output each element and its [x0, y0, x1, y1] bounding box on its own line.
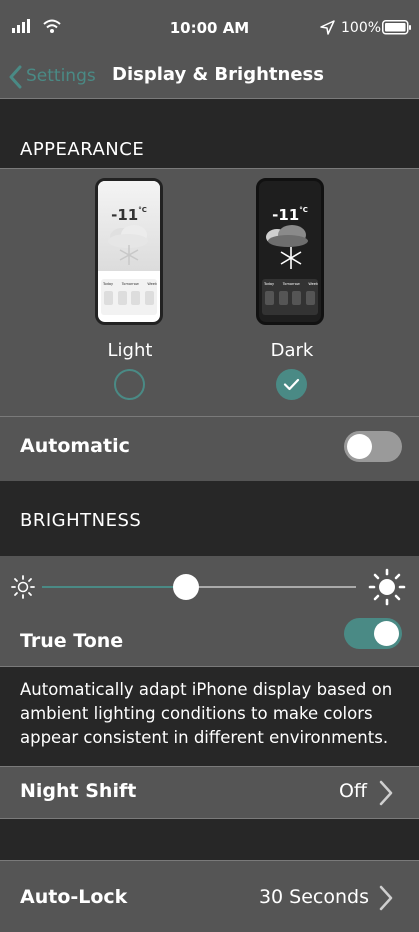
true-tone-row: True Tone — [0, 618, 419, 665]
night-shift-value: Off — [338, 780, 367, 802]
night-shift-label: Night Shift — [20, 780, 137, 802]
appearance-option-dark[interactable]: -11°C Today Tomorrow Week Dark — [246, 173, 338, 401]
preview-unit: °C — [138, 206, 147, 214]
back-label: Settings — [26, 66, 96, 86]
true-tone-footer: Automatically adapt iPhone display based… — [0, 667, 419, 766]
sun-small-icon — [11, 575, 35, 599]
status-bar: 10:00 AM 100% — [0, 0, 419, 56]
preview-tab: Week — [147, 282, 157, 286]
section-spacer — [0, 819, 419, 860]
preview-tab: Week — [308, 282, 318, 286]
preview-tab: Tomorrow — [282, 282, 300, 286]
true-tone-description: Automatically adapt iPhone display based… — [20, 680, 393, 747]
toggle-knob — [374, 621, 399, 646]
appearance-header-text: APPEARANCE — [20, 139, 145, 160]
chevron-right-icon — [379, 780, 393, 806]
battery-percent: 100% — [341, 20, 382, 36]
light-preview: -11°C Today Tomorrow Week — [95, 178, 163, 325]
back-button[interactable]: Settings — [6, 63, 102, 91]
toggle-knob — [347, 434, 372, 459]
brightness-slider[interactable] — [42, 574, 356, 600]
appearance-group: -11°C Today Tomorrow Week Light -11°C To… — [0, 169, 419, 481]
light-radio[interactable] — [114, 369, 145, 400]
brightness-group: True Tone — [0, 556, 419, 666]
auto-lock-value: 30 Seconds — [258, 886, 369, 908]
dark-preview: -11°C Today Tomorrow Week — [256, 178, 324, 325]
preview-tab: Today — [103, 282, 114, 286]
chevron-left-icon — [9, 65, 22, 89]
sun-large-icon — [368, 568, 406, 606]
cloud-snow-icon — [108, 225, 148, 265]
preview-temp: -11 — [272, 206, 300, 224]
dark-label: Dark — [270, 340, 314, 361]
cloud-snow-icon — [266, 225, 308, 269]
preview-unit: °C — [299, 206, 308, 214]
preview-tab: Today — [264, 282, 275, 286]
night-shift-row[interactable]: Night Shift Off — [0, 766, 419, 819]
automatic-row: Automatic — [0, 417, 419, 480]
automatic-toggle[interactable] — [344, 431, 402, 462]
page-title: Display & Brightness — [112, 64, 324, 85]
slider-thumb[interactable] — [173, 574, 200, 600]
navigation-bar: Settings Display & Brightness — [0, 56, 419, 99]
checkmark-icon — [283, 378, 300, 391]
brightness-header: BRIGHTNESS — [0, 481, 419, 556]
true-tone-toggle[interactable] — [344, 618, 402, 649]
brightness-header-text: BRIGHTNESS — [20, 510, 142, 531]
dark-radio[interactable] — [276, 369, 307, 400]
preview-tab: Tomorrow — [121, 282, 139, 286]
chevron-right-icon — [379, 885, 393, 911]
slider-fill — [42, 586, 187, 588]
light-label: Light — [107, 340, 153, 361]
automatic-label: Automatic — [20, 435, 130, 457]
true-tone-label: True Tone — [20, 630, 124, 652]
appearance-header: APPEARANCE — [0, 99, 419, 168]
location-arrow-icon — [320, 20, 335, 35]
preview-temp: -11 — [111, 206, 139, 224]
auto-lock-label: Auto-Lock — [20, 886, 128, 908]
auto-lock-row[interactable]: Auto-Lock 30 Seconds — [0, 860, 419, 932]
battery-icon — [382, 20, 411, 35]
appearance-option-light[interactable]: -11°C Today Tomorrow Week Light — [84, 173, 176, 401]
